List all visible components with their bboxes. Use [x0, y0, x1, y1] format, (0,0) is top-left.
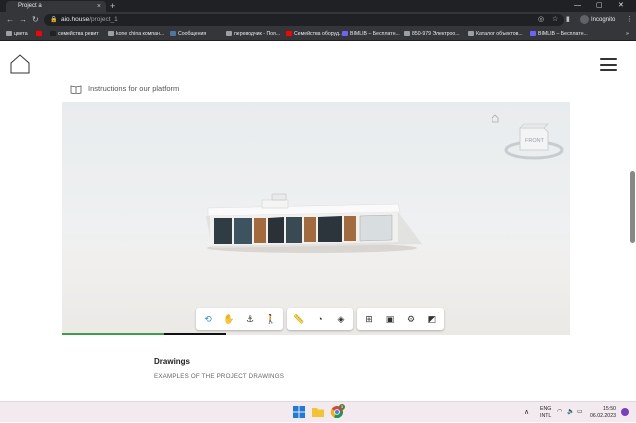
hamburger-menu-icon[interactable] [600, 58, 617, 71]
maximize-button[interactable]: ▢ [596, 0, 603, 12]
back-icon[interactable]: ← [6, 12, 14, 28]
bookmark-label: 850-979 Электроо... [412, 31, 460, 37]
battery-icon[interactable]: ▭ [577, 402, 583, 423]
bookmark-label: BIMLIB – Бесплатн... [538, 31, 588, 37]
house-3d-model[interactable] [202, 188, 432, 254]
bookmark-favicon-icon [226, 31, 232, 37]
navigation-tools: ⟲ ✋ ⚓ 🚶 [196, 308, 283, 330]
bookmark-favicon-icon [6, 31, 12, 37]
reload-icon[interactable]: ↻ [32, 12, 39, 28]
forward-icon[interactable]: → [19, 12, 27, 28]
bookmark-favicon-icon [36, 31, 42, 37]
bookmark-item[interactable]: цвета [6, 28, 28, 41]
page-scrollbar[interactable] [630, 171, 635, 243]
bookmark-label: Каталог объектов... [476, 31, 523, 37]
incognito-indicator[interactable]: Incognito [580, 14, 615, 26]
orbit-icon[interactable]: ⟲ [199, 310, 217, 328]
bookmark-star-icon[interactable]: ☆ [552, 12, 558, 28]
browser-menu-icon[interactable]: ⋮ [626, 12, 633, 28]
page-content: Instructions for our platform FRONT ⟲ ✋ … [0, 41, 636, 401]
home-logo-icon[interactable] [9, 53, 31, 75]
url-text[interactable]: aio.house/project_1 [61, 14, 118, 26]
bookmark-label: Семейства оборуд... [294, 31, 344, 37]
viewer-toolbar: ⟲ ✋ ⚓ 🚶 📏 ◔ ◈ ⊞ ▣ ⚙ ◩ [196, 308, 444, 330]
language-indicator[interactable]: ENG INTL [540, 406, 551, 420]
close-window-button[interactable]: ✕ [618, 0, 624, 12]
walk-icon[interactable]: 🚶 [262, 310, 280, 328]
drawings-subtitle: EXAMPLES OF THE PROJECT DRAWINGS [154, 373, 285, 380]
new-tab-button[interactable]: + [110, 0, 115, 12]
first-person-icon[interactable]: ⚓ [241, 310, 259, 328]
3d-viewer[interactable]: FRONT ⟲ ✋ ⚓ 🚶 📏 ◔ ◈ ⊞ ▣ ⚙ ◩ [62, 102, 570, 335]
bookmark-item[interactable] [36, 28, 44, 41]
bookmarks-bar: цвета семейства ревит kone china компан...… [0, 28, 636, 41]
bookmark-label: kone china компан... [116, 31, 165, 37]
bookmark-item[interactable]: Сообщения [170, 28, 206, 41]
viewcube[interactable]: FRONT [492, 110, 568, 168]
bookmark-label: переводчик - Поя... [234, 31, 281, 37]
modeling-tools: 📏 ◔ ◈ [287, 308, 353, 330]
incognito-icon [580, 14, 589, 24]
measure-icon[interactable]: 📏 [290, 310, 308, 328]
load-progress-bar [62, 333, 164, 335]
browser-tab[interactable]: Project a × [6, 1, 106, 12]
bookmark-favicon-icon [108, 31, 114, 37]
section-icon[interactable]: ◔ [311, 310, 329, 328]
bookmark-label: семейства ревит [58, 31, 99, 37]
book-icon [70, 85, 82, 94]
notification-badge: 3 [339, 404, 345, 410]
drawings-heading: Drawings [154, 357, 191, 366]
bookmark-item[interactable]: BIMLIB – Бесплатн... [342, 28, 400, 41]
address-bar[interactable]: 🔒 aio.house/project_1 [44, 14, 564, 26]
bookmark-item[interactable]: переводчик - Поя... [226, 28, 280, 41]
clock[interactable]: 15:50 06.02.2023 [590, 406, 616, 420]
windows-taskbar: 3 ∧ ENG INTL ◠ 🔈 ▭ 15:50 06.02.2023 [0, 401, 636, 422]
bookmarks-overflow-icon[interactable]: » [626, 28, 629, 41]
load-progress-track [163, 333, 226, 335]
model-browser-icon[interactable]: ⊞ [360, 310, 378, 328]
tab-close-icon[interactable]: × [97, 1, 101, 12]
notifications-icon[interactable] [621, 408, 629, 416]
settings-tools: ⊞ ▣ ⚙ ◩ [357, 308, 444, 330]
wifi-icon[interactable]: ◠ [557, 402, 562, 423]
bookmark-item[interactable]: Каталог объектов... [468, 28, 523, 41]
tab-title: Project a [18, 3, 42, 9]
minimize-button[interactable]: — [574, 0, 581, 12]
bookmark-label: Сообщения [178, 31, 207, 37]
explode-icon[interactable]: ◈ [332, 310, 350, 328]
viewcube-face-label: FRONT [525, 138, 545, 144]
instructions-link[interactable]: Instructions for our platform [70, 83, 179, 95]
tracking-off-icon[interactable]: ◎ [538, 12, 544, 28]
bookmark-item[interactable]: kone china компан... [108, 28, 164, 41]
bookmark-label: BIMLIB – Бесплатн... [350, 31, 400, 37]
lock-icon: 🔒 [50, 17, 58, 23]
bookmark-favicon-icon [50, 31, 56, 37]
bookmark-favicon-icon [170, 31, 176, 37]
bookmark-label: цвета [14, 31, 28, 37]
browser-tab-strip: Project a × + — ▢ ✕ [0, 0, 636, 12]
bookmark-favicon-icon [404, 31, 410, 37]
pan-icon[interactable]: ✋ [220, 310, 238, 328]
bookmark-item[interactable]: семейства ревит [50, 28, 99, 41]
volume-icon[interactable]: 🔈 [567, 402, 574, 423]
bookmark-item[interactable]: 850-979 Электроо... [404, 28, 460, 41]
tray-overflow-icon[interactable]: ∧ [524, 402, 529, 423]
bookmark-favicon-icon [468, 31, 474, 37]
settings-icon[interactable]: ⚙ [402, 310, 420, 328]
fullscreen-icon[interactable]: ◩ [423, 310, 441, 328]
bookmark-favicon-icon [530, 31, 536, 37]
bookmark-item[interactable]: BIMLIB – Бесплатн... [530, 28, 588, 41]
bookmark-favicon-icon [342, 31, 348, 37]
viewcube-home-icon [492, 114, 499, 123]
side-panel-icon[interactable]: ▮ [566, 12, 570, 28]
windows-start-icon[interactable] [293, 406, 305, 418]
bookmark-item[interactable]: Семейства оборуд... [286, 28, 343, 41]
bookmark-favicon-icon [286, 31, 292, 37]
file-explorer-icon[interactable] [312, 406, 324, 418]
properties-icon[interactable]: ▣ [381, 310, 399, 328]
